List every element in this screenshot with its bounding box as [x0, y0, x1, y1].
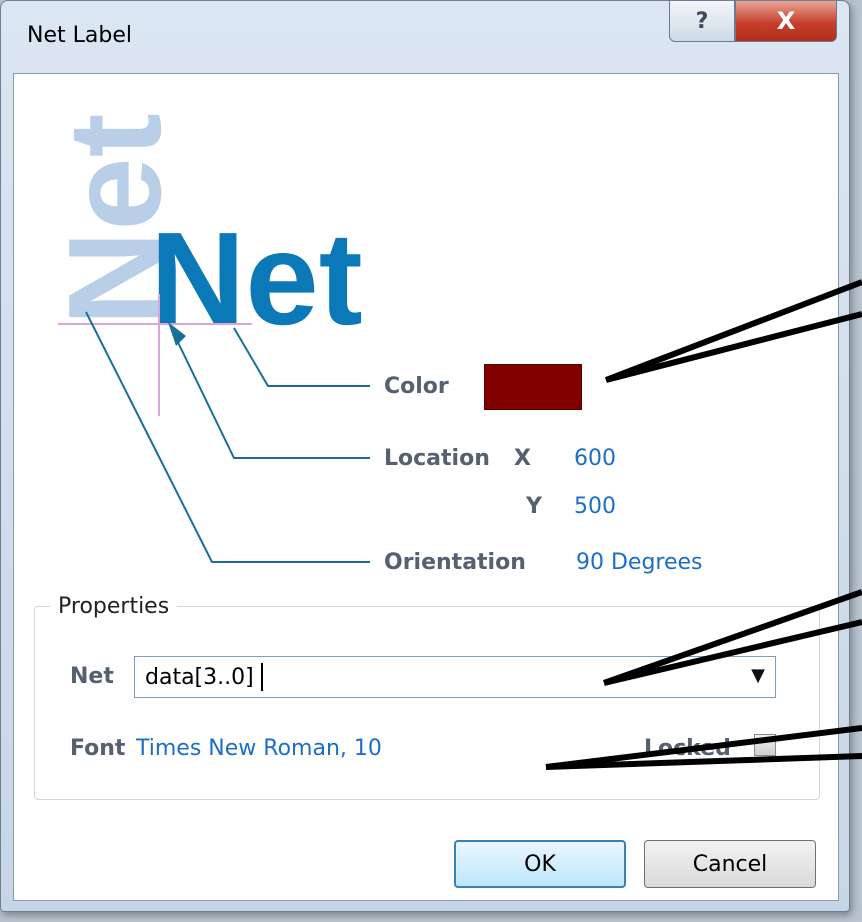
- font-value[interactable]: Times New Roman, 10: [136, 736, 382, 761]
- orientation-value[interactable]: 90 Degrees: [576, 550, 703, 575]
- ok-button[interactable]: OK: [454, 840, 626, 888]
- close-icon: X: [776, 7, 796, 35]
- dialog-title: Net Label: [27, 23, 132, 48]
- preview-horizontal-net-text: Net: [150, 205, 363, 352]
- close-button[interactable]: X: [735, 1, 837, 42]
- color-swatch[interactable]: [484, 364, 582, 410]
- cancel-button[interactable]: Cancel: [644, 840, 816, 888]
- location-y-value[interactable]: 500: [574, 494, 616, 519]
- net-label: Net: [70, 664, 114, 689]
- ok-button-label: OK: [524, 851, 556, 877]
- locked-checkbox[interactable]: [754, 734, 776, 756]
- net-input-value[interactable]: data[3..0]: [145, 665, 254, 690]
- orientation-label: Orientation: [384, 550, 526, 575]
- location-label: Location: [384, 446, 490, 471]
- text-cursor: [261, 663, 263, 691]
- color-label: Color: [384, 374, 449, 399]
- cancel-button-label: Cancel: [692, 851, 768, 877]
- chevron-down-icon[interactable]: ▼: [751, 665, 765, 686]
- net-label-dialog: Net Label ? X Net Net Color Location X 6…: [0, 0, 850, 912]
- net-combobox[interactable]: data[3..0] ▼: [134, 656, 776, 698]
- locked-label: Locked: [644, 736, 731, 761]
- location-x-label: X: [514, 446, 531, 471]
- font-label: Font: [70, 736, 126, 761]
- properties-group: [34, 606, 820, 800]
- help-button[interactable]: ?: [669, 1, 735, 42]
- location-x-value[interactable]: 600: [574, 446, 616, 471]
- properties-group-title: Properties: [50, 594, 178, 619]
- help-icon: ?: [695, 8, 709, 34]
- dialog-body: Net Net Color Location X 600 Y 500 Orien…: [13, 73, 839, 901]
- location-y-label: Y: [526, 494, 542, 519]
